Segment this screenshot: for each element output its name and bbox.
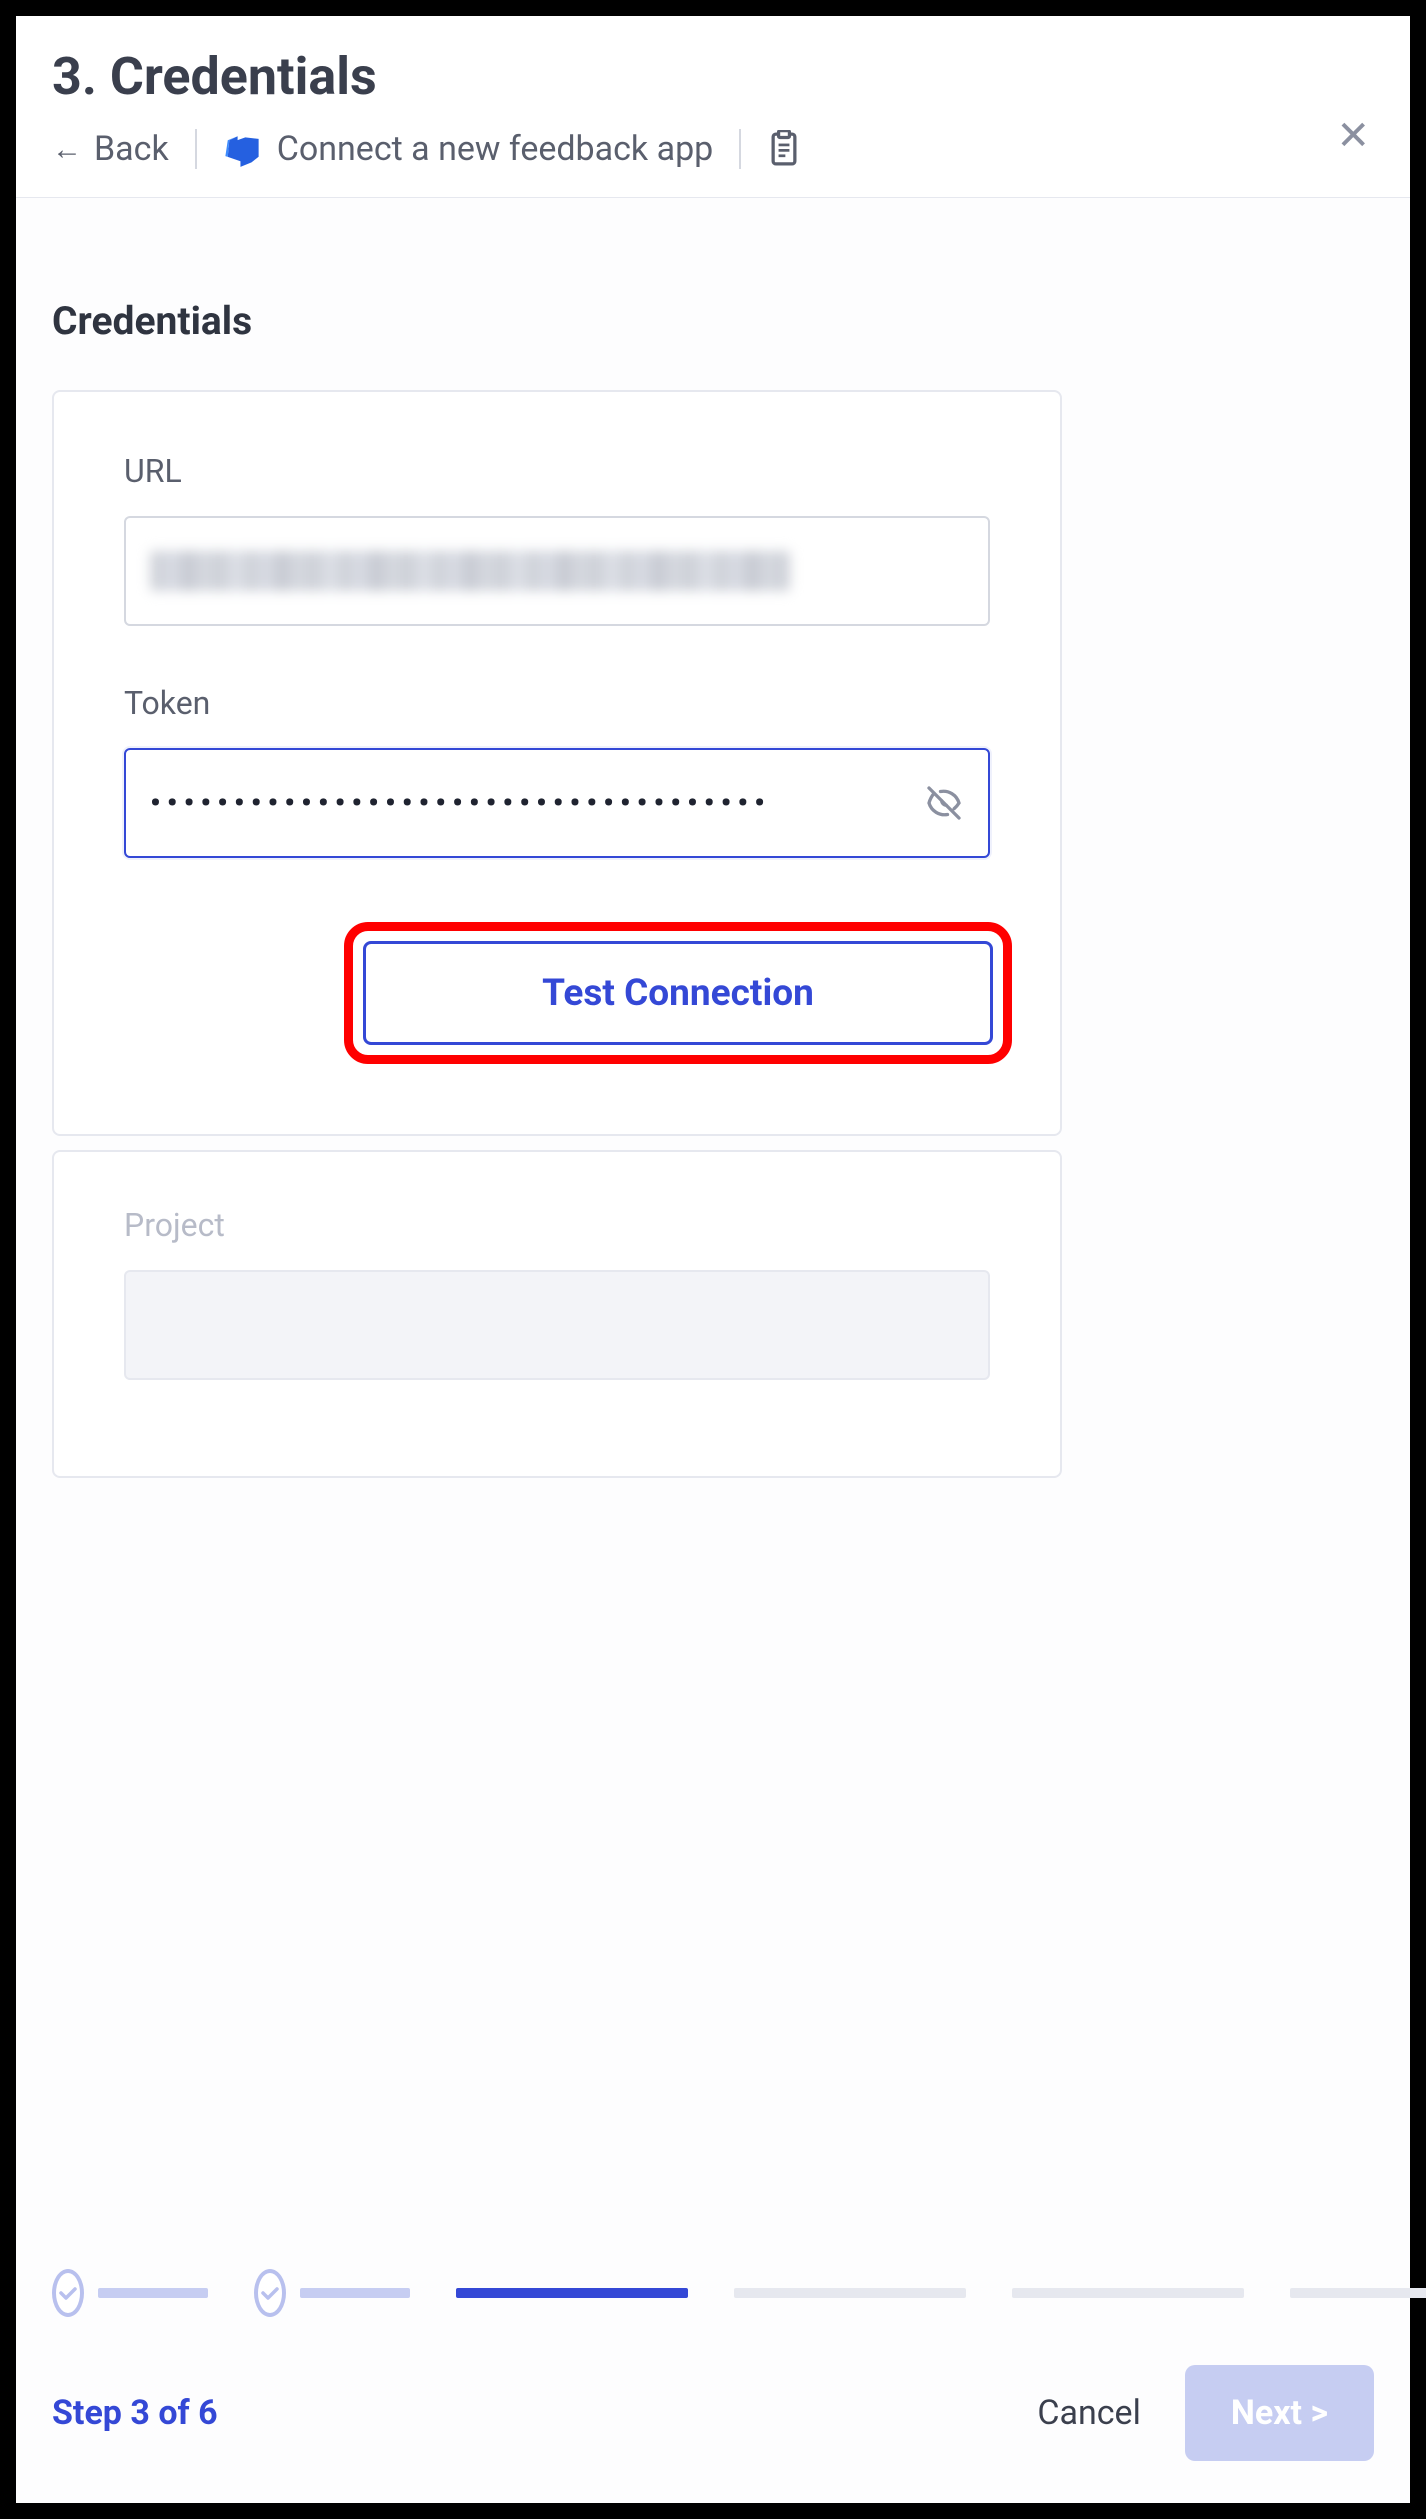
modal-window: 3. Credentials ← Back Connect a new feed… — [16, 16, 1410, 2503]
step-bar — [734, 2288, 966, 2298]
modal-footer: Step 3 of 6 Cancel Next > — [16, 2269, 1410, 2503]
breadcrumb-label: Connect a new feedback app — [277, 129, 714, 169]
step-bar — [300, 2288, 410, 2298]
step-progress — [52, 2269, 1374, 2317]
step-1-complete-icon — [52, 2269, 84, 2317]
url-label: URL — [124, 452, 990, 490]
project-card: Project — [52, 1150, 1062, 1478]
step-bar-current — [456, 2288, 688, 2298]
modal-content: Credentials URL Token ••••••••••••••••••… — [16, 198, 1410, 2269]
footer-actions: Cancel Next > — [1037, 2365, 1374, 2461]
test-connection-label: Test Connection — [542, 972, 814, 1015]
step-bar — [1012, 2288, 1244, 2298]
credentials-card: URL Token ••••••••••••••••••••••••••••••… — [52, 390, 1062, 1136]
eye-off-icon[interactable] — [924, 783, 964, 823]
redacted-value — [150, 551, 790, 591]
step-counter: Step 3 of 6 — [52, 2393, 218, 2433]
url-input[interactable] — [124, 516, 990, 626]
token-input[interactable]: ••••••••••••••••••••••••••••••••••••• — [124, 748, 990, 858]
divider — [195, 129, 197, 169]
arrow-left-icon: ← — [52, 132, 82, 167]
next-button[interactable]: Next > — [1185, 2365, 1374, 2461]
step-2-complete-icon — [254, 2269, 286, 2317]
close-icon: ✕ — [1336, 112, 1370, 159]
project-label: Project — [124, 1206, 990, 1244]
clipboard-icon — [767, 130, 801, 168]
breadcrumb-app: Connect a new feedback app — [223, 129, 714, 169]
token-masked-value: ••••••••••••••••••••••••••••••••••••• — [150, 786, 964, 821]
section-heading: Credentials — [52, 298, 1374, 344]
back-label: Back — [94, 129, 169, 169]
token-label: Token — [124, 684, 990, 722]
project-input — [124, 1270, 990, 1380]
back-button[interactable]: ← Back — [52, 129, 169, 169]
cancel-button[interactable]: Cancel — [1037, 2393, 1141, 2433]
divider — [739, 129, 741, 169]
breadcrumb: ← Back Connect a new feedback app — [52, 129, 1374, 169]
test-connection-button[interactable]: Test Connection — [363, 941, 993, 1045]
devops-icon — [223, 130, 261, 168]
annotation-highlight: Test Connection — [344, 922, 1012, 1064]
step-bar — [1290, 2288, 1426, 2298]
page-title: 3. Credentials — [52, 46, 1374, 107]
modal-header: 3. Credentials ← Back Connect a new feed… — [16, 16, 1410, 198]
close-button[interactable]: ✕ — [1336, 116, 1370, 156]
footer-row: Step 3 of 6 Cancel Next > — [52, 2365, 1374, 2461]
step-bar — [98, 2288, 208, 2298]
